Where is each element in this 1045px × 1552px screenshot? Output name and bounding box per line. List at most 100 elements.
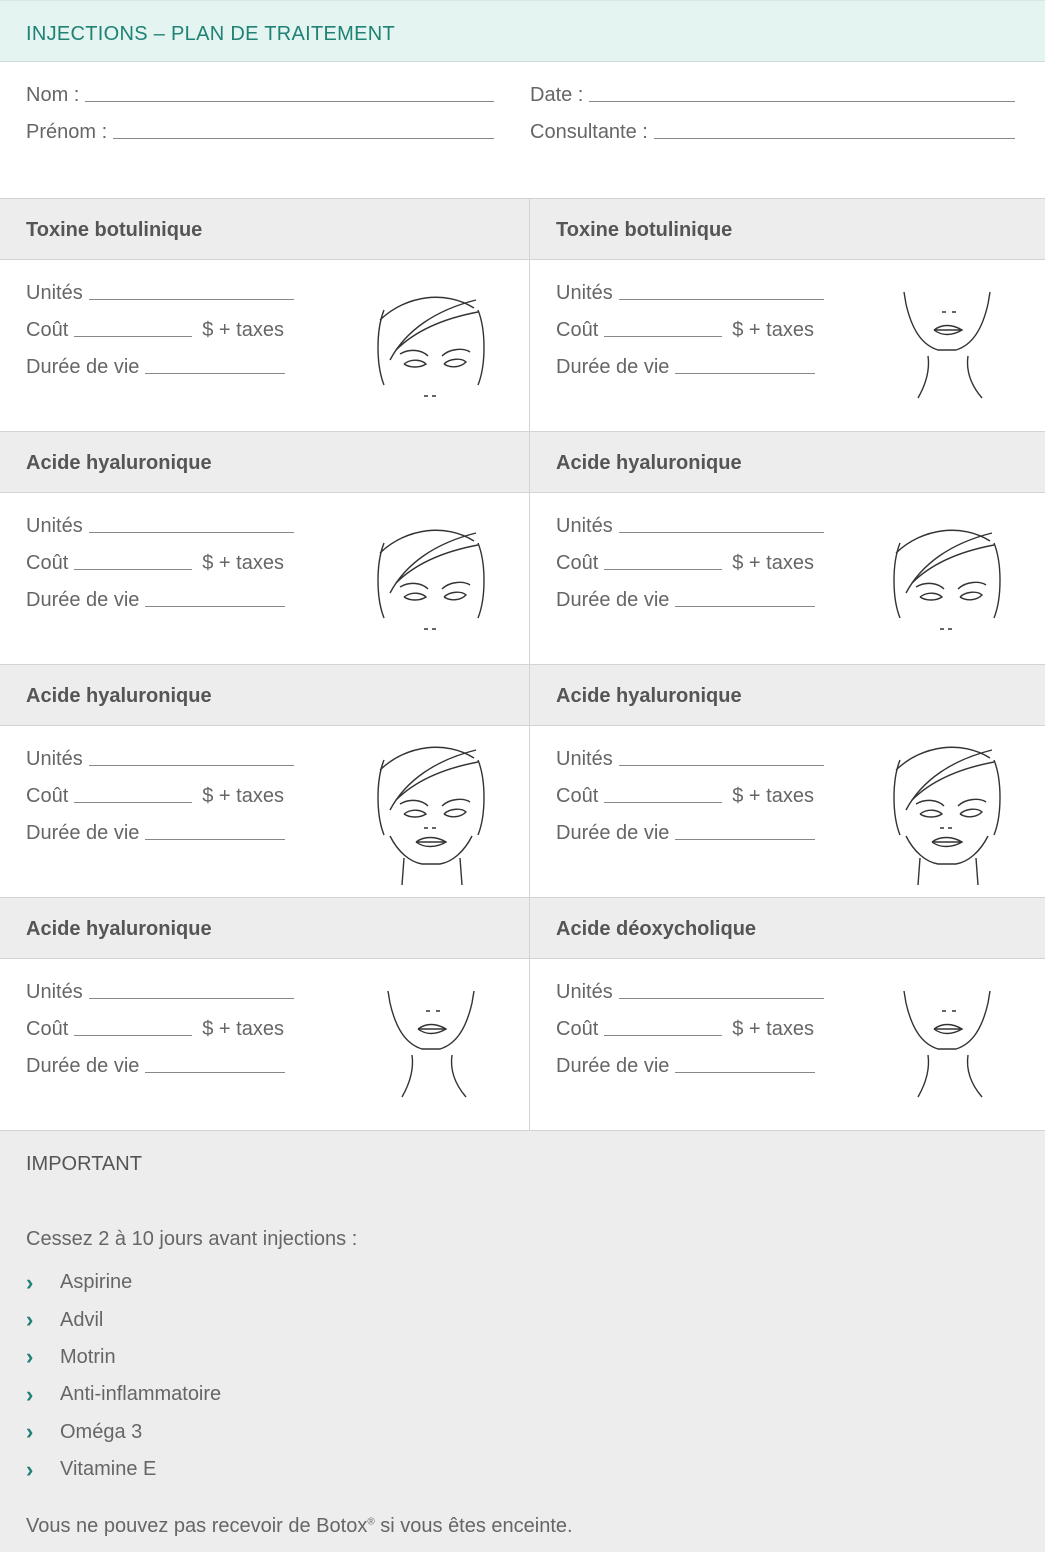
- cost-field[interactable]: Coût $ + taxes: [26, 1018, 284, 1041]
- prenom-line[interactable]: [113, 138, 494, 139]
- lifespan-field[interactable]: Durée de vie: [556, 356, 816, 379]
- lifespan-line[interactable]: [675, 839, 816, 840]
- prenom-field[interactable]: Prénom :: [26, 121, 494, 144]
- cost-line[interactable]: [74, 1035, 193, 1036]
- lifespan-field[interactable]: Durée de vie: [26, 356, 286, 379]
- column-divider: [529, 198, 530, 1130]
- lifespan-field[interactable]: Durée de vie: [556, 589, 816, 612]
- prenom-label: Prénom :: [26, 121, 108, 143]
- lifespan-line[interactable]: [145, 606, 286, 607]
- units-line[interactable]: [618, 532, 824, 533]
- section-title: Toxine botulinique: [26, 219, 203, 241]
- cost-field[interactable]: Coût $ + taxes: [26, 319, 284, 342]
- upper-face-icon: [366, 523, 496, 633]
- cost-field-label: Coût: [556, 552, 599, 574]
- section-header: Acide hyaluronique: [530, 664, 1045, 726]
- cost-field-label: Coût: [26, 319, 69, 341]
- lifespan-field[interactable]: Durée de vie: [26, 822, 286, 845]
- section-body: Unités Coût $ + taxes Durée de vie: [530, 959, 1045, 1130]
- chevron-right-icon: ›: [26, 1456, 34, 1482]
- cost-suffix: $ + taxes: [202, 552, 284, 574]
- cost-line[interactable]: [604, 569, 723, 570]
- units-field-label: Unités: [26, 748, 83, 770]
- cost-line[interactable]: [74, 569, 193, 570]
- lifespan-line[interactable]: [675, 1072, 816, 1073]
- chevron-right-icon: ›: [26, 1307, 34, 1333]
- nom-line[interactable]: [85, 101, 494, 102]
- list-item: › Vitamine E: [26, 1456, 157, 1482]
- cost-suffix: $ + taxes: [202, 319, 284, 341]
- lifespan-line[interactable]: [675, 373, 816, 374]
- cost-field-label: Coût: [556, 319, 599, 341]
- units-line[interactable]: [618, 765, 824, 766]
- cost-line[interactable]: [74, 802, 193, 803]
- section-body: Unités Coût $ + taxes Durée de vie: [530, 726, 1045, 897]
- list-item: › Oméga 3: [26, 1419, 143, 1445]
- cost-suffix: $ + taxes: [732, 785, 814, 807]
- date-label: Date :: [530, 84, 584, 106]
- units-field[interactable]: Unités: [26, 282, 294, 305]
- cost-field[interactable]: Coût $ + taxes: [556, 319, 814, 342]
- cost-suffix: $ + taxes: [732, 1018, 814, 1040]
- cost-field[interactable]: Coût $ + taxes: [556, 552, 814, 575]
- units-line[interactable]: [88, 998, 294, 999]
- cost-field[interactable]: Coût $ + taxes: [556, 785, 814, 808]
- date-line[interactable]: [589, 101, 1015, 102]
- cost-line[interactable]: [604, 802, 723, 803]
- lifespan-field[interactable]: Durée de vie: [26, 589, 286, 612]
- units-field[interactable]: Unités: [26, 515, 294, 538]
- section-header: Acide hyaluronique: [0, 431, 529, 493]
- list-item: › Motrin: [26, 1344, 116, 1370]
- units-field[interactable]: Unités: [556, 515, 824, 538]
- important-title: IMPORTANT: [26, 1153, 142, 1175]
- pregnancy-warning: Vous ne pouvez pas recevoir de Botox® si…: [26, 1515, 573, 1537]
- cost-field-label: Coût: [26, 1018, 69, 1040]
- section-header: Acide hyaluronique: [0, 897, 529, 959]
- section-header: Acide hyaluronique: [530, 431, 1045, 493]
- lower-face-icon: [882, 290, 1012, 400]
- consultante-field[interactable]: Consultante :: [530, 121, 1015, 144]
- units-field-label: Unités: [26, 515, 83, 537]
- units-field[interactable]: Unités: [556, 282, 824, 305]
- units-field[interactable]: Unités: [26, 748, 294, 771]
- lower-face-icon: [366, 989, 496, 1099]
- cost-field[interactable]: Coût $ + taxes: [26, 785, 284, 808]
- section-title: Acide hyaluronique: [26, 452, 212, 474]
- lifespan-field[interactable]: Durée de vie: [26, 1055, 286, 1078]
- lifespan-line[interactable]: [145, 839, 286, 840]
- lifespan-field[interactable]: Durée de vie: [556, 822, 816, 845]
- units-field[interactable]: Unités: [26, 981, 294, 1004]
- cost-line[interactable]: [74, 336, 193, 337]
- cost-field[interactable]: Coût $ + taxes: [26, 552, 284, 575]
- units-field[interactable]: Unités: [556, 748, 824, 771]
- units-line[interactable]: [88, 765, 294, 766]
- cost-line[interactable]: [604, 1035, 723, 1036]
- units-line[interactable]: [88, 299, 294, 300]
- important-list: › Aspirine › Advil › Motrin › Anti-inflammat…: [26, 1264, 221, 1488]
- consultante-line[interactable]: [653, 138, 1015, 139]
- cost-suffix: $ + taxes: [202, 785, 284, 807]
- lifespan-line[interactable]: [675, 606, 816, 607]
- lifespan-line[interactable]: [145, 1072, 286, 1073]
- units-line[interactable]: [618, 299, 824, 300]
- nom-field[interactable]: Nom :: [26, 84, 494, 107]
- consultante-label: Consultante :: [530, 121, 648, 143]
- section-header: Toxine botulinique: [0, 198, 529, 260]
- lifespan-field[interactable]: Durée de vie: [556, 1055, 816, 1078]
- units-line[interactable]: [88, 532, 294, 533]
- section-title: Acide hyaluronique: [556, 685, 742, 707]
- cost-line[interactable]: [604, 336, 723, 337]
- section-header: Acide déoxycholique: [530, 897, 1045, 959]
- lower-face-icon: [882, 989, 1012, 1099]
- lifespan-field-label: Durée de vie: [556, 1055, 670, 1077]
- lifespan-line[interactable]: [145, 373, 286, 374]
- patient-info: Nom : Date : Prénom : Consultante :: [0, 62, 1045, 198]
- cost-field-label: Coût: [26, 552, 69, 574]
- units-field[interactable]: Unités: [556, 981, 824, 1004]
- date-field[interactable]: Date :: [530, 84, 1015, 107]
- units-line[interactable]: [618, 998, 824, 999]
- section-body: Unités Coût $ + taxes Durée de vie: [0, 726, 529, 897]
- cost-field[interactable]: Coût $ + taxes: [556, 1018, 814, 1041]
- section-body: Unités Coût $ + taxes Durée de vie: [0, 493, 529, 664]
- lifespan-field-label: Durée de vie: [26, 356, 140, 378]
